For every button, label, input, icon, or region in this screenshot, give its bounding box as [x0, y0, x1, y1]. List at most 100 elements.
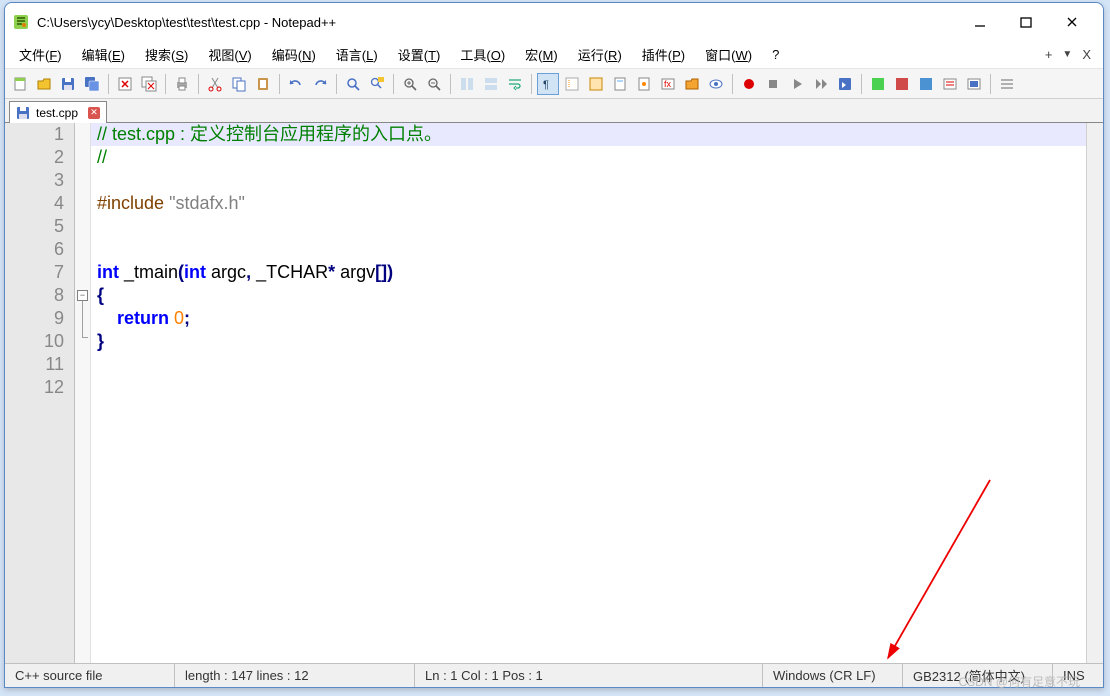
- title-bar: C:\Users\ycy\Desktop\test\test\test.cpp …: [5, 3, 1103, 41]
- code-token: argv: [335, 262, 375, 282]
- menu-settings[interactable]: 设置(T): [390, 43, 449, 66]
- close-file-button[interactable]: [114, 73, 136, 95]
- menu-language[interactable]: 语言(L): [328, 43, 386, 66]
- menu-help[interactable]: ?: [764, 45, 787, 64]
- close-all-button[interactable]: [138, 73, 160, 95]
- document-tab[interactable]: test.cpp ✕: [9, 101, 107, 123]
- show-all-chars-button[interactable]: ¶: [537, 73, 559, 95]
- line-number-gutter: 123456789101112: [5, 123, 75, 663]
- tb-extra-3[interactable]: [915, 73, 937, 95]
- code-token: _tmain: [119, 262, 178, 282]
- tab-close-button[interactable]: X: [1082, 47, 1091, 62]
- line-number: 1: [5, 123, 64, 146]
- play-macro-button[interactable]: [786, 73, 808, 95]
- tb-extra-5[interactable]: [963, 73, 985, 95]
- minimize-icon: [974, 16, 986, 28]
- menu-file[interactable]: 文件(F): [11, 43, 70, 66]
- open-file-button[interactable]: [33, 73, 55, 95]
- code-area[interactable]: // test.cpp : 定义控制台应用程序的入口点。 // #include…: [91, 123, 1086, 663]
- fold-toggle-icon[interactable]: −: [77, 290, 88, 301]
- code-token: }: [97, 331, 104, 351]
- menu-view[interactable]: 视图(V): [200, 43, 259, 66]
- wrap-button[interactable]: [504, 73, 526, 95]
- maximize-icon: [1020, 16, 1032, 28]
- status-position: Ln : 1 Col : 1 Pos : 1: [415, 664, 763, 687]
- zoom-out-button[interactable]: [423, 73, 445, 95]
- undo-button[interactable]: [285, 73, 307, 95]
- tab-dropdown-button[interactable]: ▼: [1062, 49, 1072, 60]
- menu-encoding[interactable]: 编码(N): [264, 43, 324, 66]
- tab-add-button[interactable]: +: [1045, 47, 1053, 62]
- tb-extra-1[interactable]: [867, 73, 889, 95]
- line-number: 11: [5, 353, 64, 376]
- new-file-button[interactable]: [9, 73, 31, 95]
- watermark-text: CSDN @何有足意不玩: [958, 673, 1080, 690]
- close-icon: [1066, 16, 1078, 28]
- tab-close-icon[interactable]: ✕: [88, 107, 100, 119]
- menu-window[interactable]: 窗口(W): [697, 43, 760, 66]
- status-eol[interactable]: Windows (CR LF): [763, 664, 903, 687]
- line-number: 12: [5, 376, 64, 399]
- record-macro-button[interactable]: [738, 73, 760, 95]
- menu-search[interactable]: 搜索(S): [137, 43, 196, 66]
- save-all-button[interactable]: [81, 73, 103, 95]
- line-number: 4: [5, 192, 64, 215]
- app-icon: [13, 14, 29, 30]
- menu-run[interactable]: 运行(R): [570, 43, 630, 66]
- fold-column[interactable]: −: [75, 123, 91, 663]
- tb-extra-4[interactable]: [939, 73, 961, 95]
- code-token: _TCHAR: [251, 262, 328, 282]
- status-length: length : 147 lines : 12: [175, 664, 415, 687]
- code-token: []): [375, 262, 393, 282]
- tab-label: test.cpp: [36, 106, 78, 120]
- replace-button[interactable]: [366, 73, 388, 95]
- code-token: {: [97, 285, 104, 305]
- app-window: C:\Users\ycy\Desktop\test\test\test.cpp …: [4, 2, 1104, 688]
- monitor-button[interactable]: [705, 73, 727, 95]
- close-button[interactable]: [1049, 7, 1095, 37]
- code-token: return: [97, 308, 174, 328]
- redo-button[interactable]: [309, 73, 331, 95]
- tb-extra-6[interactable]: [996, 73, 1018, 95]
- code-token: int: [184, 262, 206, 282]
- save-button[interactable]: [57, 73, 79, 95]
- doc-list-button[interactable]: [633, 73, 655, 95]
- function-list-button[interactable]: fx: [657, 73, 679, 95]
- sync-h-button[interactable]: [480, 73, 502, 95]
- menu-plugins[interactable]: 插件(P): [634, 43, 693, 66]
- tb-extra-2[interactable]: [891, 73, 913, 95]
- print-button[interactable]: [171, 73, 193, 95]
- menu-tools[interactable]: 工具(O): [452, 43, 513, 66]
- fold-end-icon: [82, 337, 88, 338]
- line-number: 3: [5, 169, 64, 192]
- status-language[interactable]: C++ source file: [5, 664, 175, 687]
- document-tab-bar: test.cpp ✕: [5, 99, 1103, 123]
- maximize-button[interactable]: [1003, 7, 1049, 37]
- menu-edit[interactable]: 编辑(E): [74, 43, 133, 66]
- vertical-scrollbar[interactable]: [1086, 123, 1103, 663]
- code-token: // test.cpp : 定义控制台应用程序的入口点。: [97, 124, 442, 144]
- save-state-icon: [16, 106, 30, 120]
- copy-button[interactable]: [228, 73, 250, 95]
- doc-map-button[interactable]: [609, 73, 631, 95]
- stop-macro-button[interactable]: [762, 73, 784, 95]
- line-number: 8: [5, 284, 64, 307]
- sync-v-button[interactable]: [456, 73, 478, 95]
- code-token: 0: [174, 308, 184, 328]
- zoom-in-button[interactable]: [399, 73, 421, 95]
- paste-button[interactable]: [252, 73, 274, 95]
- save-macro-button[interactable]: [834, 73, 856, 95]
- menu-macro[interactable]: 宏(M): [517, 43, 566, 66]
- play-multi-button[interactable]: [810, 73, 832, 95]
- code-token: argc: [206, 262, 246, 282]
- find-button[interactable]: [342, 73, 364, 95]
- minimize-button[interactable]: [957, 7, 1003, 37]
- line-number: 9: [5, 307, 64, 330]
- user-lang-button[interactable]: [585, 73, 607, 95]
- indent-guide-button[interactable]: [561, 73, 583, 95]
- window-title: C:\Users\ycy\Desktop\test\test\test.cpp …: [37, 15, 957, 30]
- code-token: #include: [97, 193, 169, 213]
- cut-button[interactable]: [204, 73, 226, 95]
- fold-guide-line: [82, 301, 83, 337]
- folder-workspace-button[interactable]: [681, 73, 703, 95]
